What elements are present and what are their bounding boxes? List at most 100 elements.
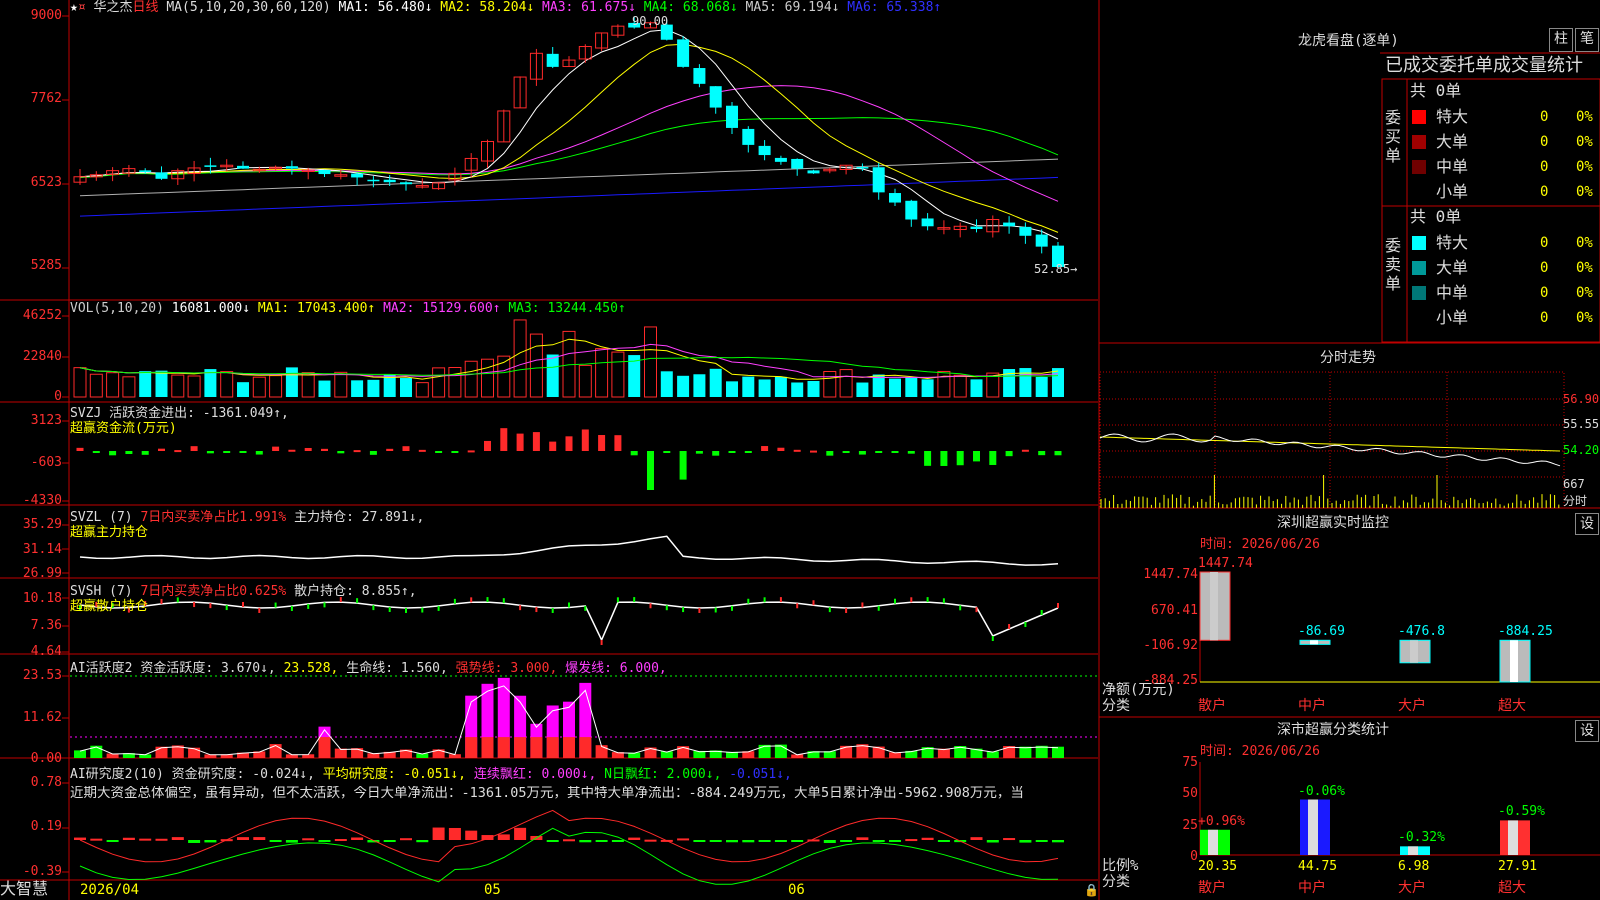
- research-bar: [204, 840, 217, 843]
- order-row-pct: 0%: [1576, 260, 1593, 276]
- research-bar: [579, 840, 592, 843]
- candle-body-down: [139, 170, 152, 173]
- svsh-sub: 超赢散户持仓: [70, 599, 149, 614]
- vol-ma2: MA2: 15129.600↑: [383, 301, 501, 316]
- order-row-label: 小单: [1436, 182, 1469, 201]
- main-chart-area[interactable]: [0, 0, 1100, 900]
- candle-body-down: [905, 200, 918, 220]
- intraday-title: 分时走势: [1320, 350, 1376, 366]
- svzl-value: 主力持仓: 27.891↓,: [294, 510, 425, 525]
- flag-icon[interactable]: ¤: [78, 0, 86, 15]
- svzl-legend: SVZL (7) 7日内买卖净占比1.991% 主力持仓: 27.891↓,: [70, 510, 424, 525]
- activity-bar: [595, 745, 608, 758]
- volume-bar-down: [546, 354, 559, 397]
- sz-class-ytick: 50: [1182, 786, 1198, 801]
- sz-class-settings-button[interactable]: 设: [1575, 720, 1599, 742]
- price-legend: ★¤ 华之杰日线 MA(5,10,20,30,60,120) MA1: 56.4…: [70, 0, 941, 15]
- sz-monitor-settings-button[interactable]: 设: [1575, 513, 1599, 535]
- order-color-swatch: [1412, 160, 1426, 174]
- fund-flow-bar: [679, 451, 687, 480]
- sz-class-bar-change: -0.32%: [1398, 830, 1445, 846]
- stock-terminal: ★¤ 华之杰日线 MA(5,10,20,30,60,120) MA1: 56.4…: [0, 0, 1600, 900]
- volume-bar-down: [351, 380, 364, 397]
- volume-bar-down: [726, 381, 738, 397]
- fund-flow-bar: [304, 447, 312, 451]
- price-ytick: 9000: [30, 8, 62, 23]
- price-ytick: 7762: [30, 91, 62, 106]
- volume-bar-down: [383, 374, 396, 397]
- ai-research-value: 资金研究度: -0.024↓,: [171, 767, 315, 782]
- fund-flow-bar: [614, 435, 622, 451]
- volume-bar-up: [171, 374, 185, 398]
- fund-flow-bar: [549, 441, 557, 451]
- vol-ma1: MA1: 17043.400↑: [257, 301, 376, 316]
- vol-ytick: 0: [54, 389, 62, 404]
- research-bar: [351, 837, 364, 840]
- volume-bar-up: [644, 326, 657, 398]
- candle-body-down: [204, 165, 217, 167]
- fund-flow-bar: [500, 428, 508, 451]
- research-bar: [986, 840, 999, 843]
- fund-flow-bar: [109, 451, 117, 456]
- volume-bar-up: [301, 372, 315, 398]
- activity-bar-base: [497, 737, 510, 758]
- fund-flow-bar: [973, 451, 980, 462]
- order-row-count: 0: [1540, 310, 1549, 326]
- sz-class-bar-change: +0.96%: [1198, 813, 1245, 829]
- research-bar: [514, 827, 527, 840]
- fund-flow-bar: [875, 451, 883, 453]
- order-row-count: 0: [1540, 159, 1549, 175]
- ai-research-nday: N日飘红: 2.000↓,: [604, 767, 722, 782]
- intraday-grid: [1099, 371, 1565, 509]
- bar-mode-button[interactable]: 柱: [1549, 28, 1573, 52]
- period-label[interactable]: 日线: [133, 0, 159, 15]
- research-bar: [709, 840, 722, 842]
- app-logo[interactable]: 大智慧: [0, 880, 48, 898]
- sz-monitor-category: 大户: [1398, 698, 1426, 714]
- research-bar: [432, 827, 445, 840]
- research-bar: [726, 840, 738, 843]
- research-bar: [774, 840, 787, 842]
- activity-bar: [758, 744, 771, 758]
- fund-flow-bar: [321, 448, 328, 451]
- fund-flow-bar: [337, 451, 345, 454]
- ma1-value: MA1: 56.480↓: [338, 0, 433, 15]
- fund-flow-bar: [891, 451, 899, 453]
- volume-bar-up: [529, 333, 543, 398]
- activity-bar: [774, 744, 787, 758]
- order-color-swatch: [1412, 135, 1426, 149]
- order-color-swatch: [1412, 110, 1426, 124]
- svzj-title: SVZJ: [70, 406, 102, 421]
- volume-bar-down: [237, 382, 249, 397]
- fund-flow-bar: [369, 451, 377, 455]
- ai-active-ytick: 11.62: [22, 710, 62, 725]
- fund-flow-bar: [565, 436, 573, 451]
- volume-bar-up: [187, 375, 201, 398]
- research-bar: [856, 837, 869, 840]
- svzl-title: SVZL (7): [70, 510, 133, 525]
- activity-bar-base: [563, 737, 575, 758]
- fund-flow-bar: [647, 451, 654, 490]
- volume-bar-up: [89, 373, 103, 398]
- xaxis-label: 2026/04: [80, 882, 140, 898]
- ma-params: MA(5,10,20,30,60,120): [166, 0, 331, 15]
- star-icon[interactable]: ★: [70, 0, 78, 15]
- fund-flow-bar: [744, 451, 752, 453]
- lock-icon[interactable]: 🔒: [1084, 883, 1099, 897]
- candle-body-down: [237, 165, 249, 169]
- fund-flow-bar: [1005, 451, 1013, 457]
- research-bar: [905, 839, 918, 842]
- fund-flow-bar: [712, 451, 720, 456]
- pen-mode-button[interactable]: 笔: [1575, 28, 1599, 52]
- research-bar: [937, 840, 950, 842]
- candle-body-down: [791, 158, 804, 169]
- research-bar: [823, 840, 836, 843]
- research-bar: [334, 839, 347, 842]
- activity-bar-base: [530, 737, 543, 758]
- main-position-line: [79, 535, 1059, 566]
- volume-bar-up: [269, 375, 283, 398]
- ai-research-consec: 连续飘红: 0.000↓,: [473, 767, 597, 782]
- svzl-sub: 超赢主力持仓: [70, 525, 149, 540]
- order-row-label: 大单: [1436, 132, 1469, 151]
- research-bar: [465, 830, 478, 840]
